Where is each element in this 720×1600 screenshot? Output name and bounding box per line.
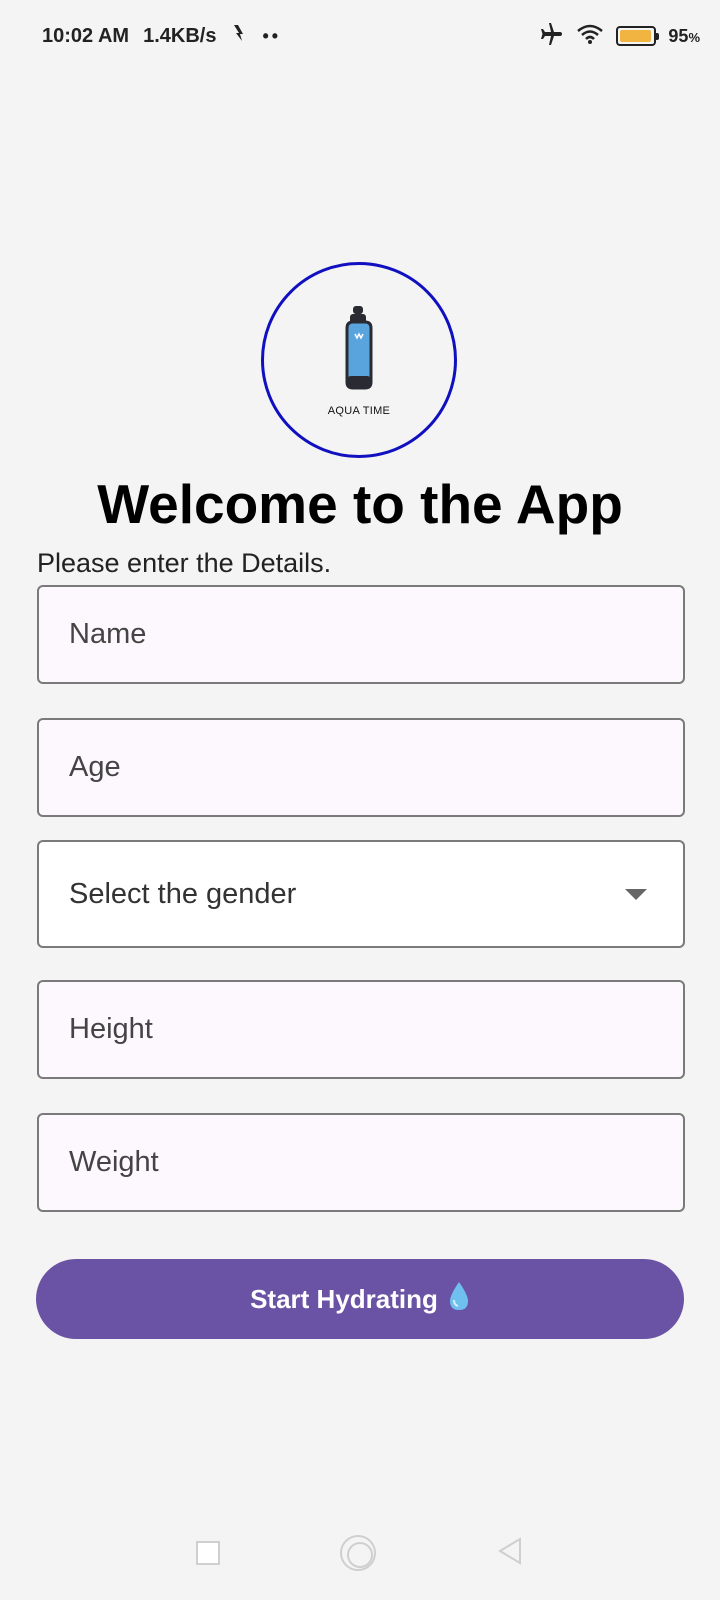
status-time: 10:02 AM xyxy=(42,24,130,47)
back-button[interactable] xyxy=(496,1536,524,1571)
chevron-down-icon[interactable] xyxy=(625,888,647,900)
app-logo: AQUA TIME xyxy=(261,262,457,458)
gender-select-label: Select the gender xyxy=(69,877,297,910)
recents-button[interactable] xyxy=(196,1541,220,1565)
height-field[interactable] xyxy=(37,980,685,1079)
battery-percent: 95% xyxy=(668,26,700,47)
airplane-mode-icon xyxy=(538,22,564,50)
start-hydrating-button[interactable]: Start Hydrating xyxy=(36,1259,684,1339)
water-drop-icon xyxy=(448,1281,470,1318)
status-right: 95% xyxy=(538,22,700,50)
height-input[interactable] xyxy=(69,1013,683,1046)
logo-text: AQUA TIME xyxy=(327,404,391,417)
battery-icon xyxy=(616,26,660,46)
home-button[interactable] xyxy=(340,1535,376,1571)
name-field[interactable] xyxy=(37,585,685,684)
weight-field[interactable] xyxy=(37,1113,685,1212)
notification-icon xyxy=(230,23,248,49)
battery-percent-value: 95 xyxy=(668,25,689,46)
age-input[interactable] xyxy=(69,751,683,784)
gender-select[interactable]: Select the gender xyxy=(37,840,685,948)
system-nav-bar xyxy=(0,1530,720,1576)
battery-fill xyxy=(620,30,651,42)
more-notifications-icon: •• xyxy=(262,25,282,46)
weight-input[interactable] xyxy=(69,1146,683,1179)
screen: 10:02 AM 1.4KB/s •• 95% AQUA TIME Welcom… xyxy=(0,0,720,1600)
status-left: 10:02 AM 1.4KB/s •• xyxy=(42,23,281,49)
age-field[interactable] xyxy=(37,718,685,817)
battery-percent-unit: % xyxy=(688,29,700,45)
network-speed: 1.4KB/s xyxy=(143,24,217,47)
water-bottle-icon xyxy=(341,304,377,399)
start-hydrating-label: Start Hydrating xyxy=(250,1283,438,1314)
status-bar: 10:02 AM 1.4KB/s •• 95% xyxy=(0,0,720,72)
welcome-title: Welcome to the App xyxy=(97,473,623,535)
wifi-icon xyxy=(576,23,604,50)
subtitle: Please enter the Details. xyxy=(37,548,332,578)
name-input[interactable] xyxy=(69,618,683,651)
